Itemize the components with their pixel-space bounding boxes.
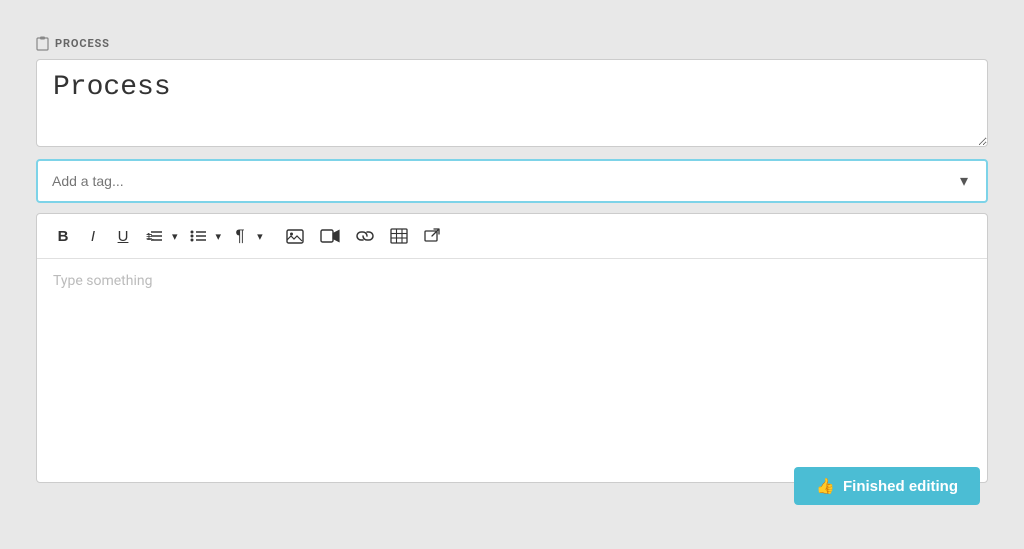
page-wrapper: PROCESS B I U ≡ 1. <box>20 20 1004 529</box>
chevron-down-icon <box>960 171 968 191</box>
italic-button[interactable]: I <box>79 222 107 250</box>
bold-button[interactable]: B <box>49 222 77 250</box>
section-label-text: PROCESS <box>55 37 110 50</box>
toolbar: B I U ≡ 1. ▾ <box>37 214 987 259</box>
finished-editing-label: Finished editing <box>843 478 958 495</box>
tag-input[interactable] <box>52 173 956 189</box>
editor-wrapper: B I U ≡ 1. ▾ <box>36 213 988 483</box>
embed-button[interactable] <box>417 222 448 250</box>
tag-dropdown-button[interactable] <box>956 171 972 191</box>
unordered-list-button[interactable] <box>183 222 213 250</box>
svg-text:1.: 1. <box>146 232 154 243</box>
editor-body[interactable]: Type something <box>37 259 987 479</box>
tag-input-wrapper <box>36 159 988 203</box>
paragraph-dropdown-button[interactable]: ▾ <box>254 226 266 247</box>
table-button[interactable] <box>383 222 415 250</box>
paragraph-group: ¶ ▾ <box>226 222 266 250</box>
ordered-list-group: ≡ 1. ▾ <box>139 222 181 250</box>
section-label: PROCESS <box>36 36 988 51</box>
link-button[interactable] <box>349 222 381 250</box>
editor-placeholder: Type something <box>53 273 152 289</box>
title-input[interactable] <box>36 59 988 147</box>
ordered-list-dropdown-button[interactable]: ▾ <box>169 226 181 247</box>
underline-button[interactable]: U <box>109 222 137 250</box>
video-button[interactable] <box>313 222 347 250</box>
unordered-list-group: ▾ <box>183 222 225 250</box>
process-icon <box>36 36 49 51</box>
paragraph-button[interactable]: ¶ <box>226 222 254 250</box>
unordered-list-dropdown-button[interactable]: ▾ <box>213 226 225 247</box>
finished-editing-button[interactable]: 👍 Finished editing <box>794 467 980 505</box>
toolbar-separator-1 <box>272 226 273 246</box>
ordered-list-button[interactable]: ≡ 1. <box>139 222 169 250</box>
thumbs-up-icon: 👍 <box>816 477 835 495</box>
image-button[interactable] <box>279 222 311 250</box>
